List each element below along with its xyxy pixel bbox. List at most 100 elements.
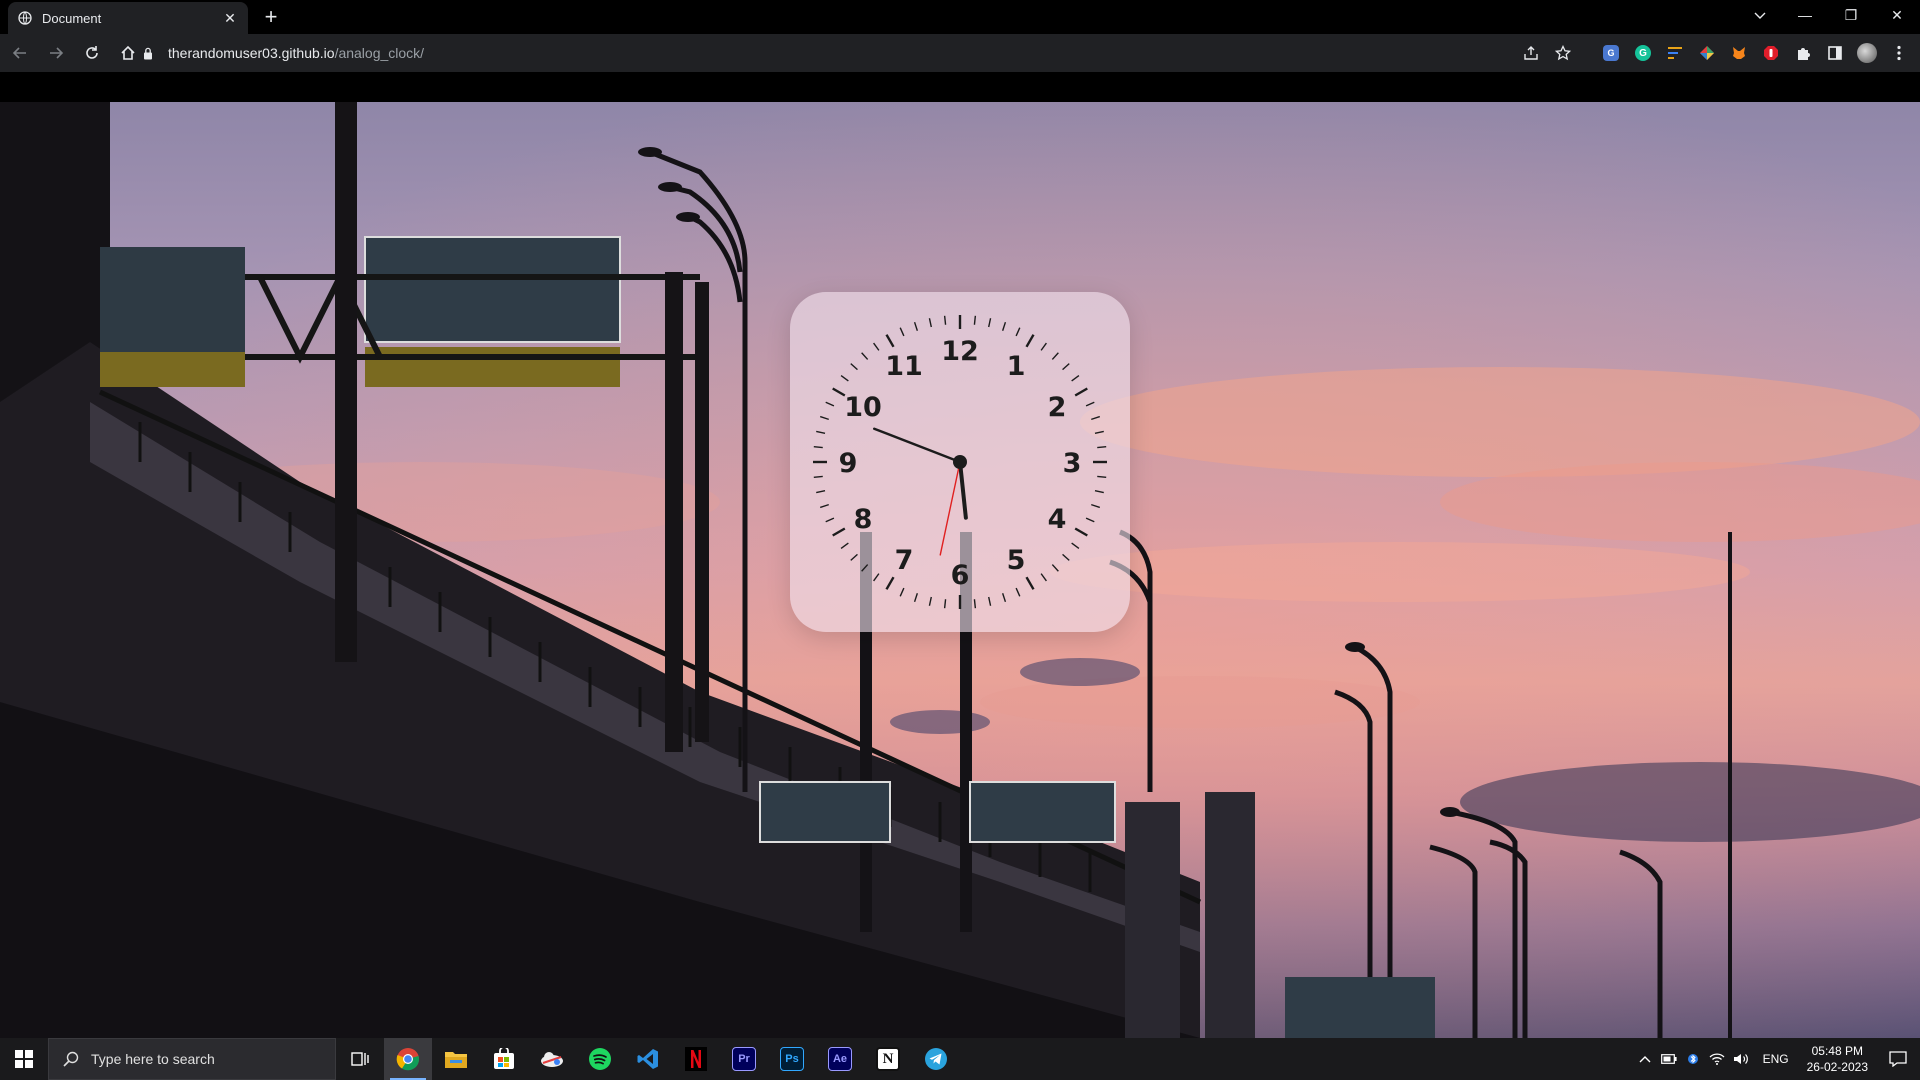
chrome-icon[interactable]	[384, 1038, 432, 1080]
clock-number: 11	[885, 351, 923, 382]
clock-face: 12 12 3 45 6 78 9 1011	[813, 315, 1107, 609]
clock-number: 1	[1007, 351, 1026, 382]
clock-tick	[1071, 542, 1080, 549]
clock-tick	[1040, 573, 1047, 582]
wifi-icon[interactable]	[1705, 1038, 1729, 1080]
after-effects-icon[interactable]: Ae	[816, 1038, 864, 1080]
clock-tick	[832, 387, 846, 397]
search-placeholder: Type here to search	[91, 1051, 215, 1067]
photoshop-icon[interactable]: Ps	[768, 1038, 816, 1080]
clock-tick	[850, 363, 858, 371]
clock-tick	[1085, 517, 1095, 523]
clock-tick	[1091, 503, 1101, 509]
show-hidden-icons-chevron-icon[interactable]	[1633, 1038, 1657, 1080]
clock-number: 3	[1063, 448, 1082, 479]
tab-close-icon[interactable]: ✕	[222, 10, 238, 27]
close-window-button[interactable]: ✕	[1874, 0, 1920, 30]
clock-tick	[850, 553, 858, 561]
clock-tick	[1097, 445, 1107, 449]
premiere-icon[interactable]: Pr	[720, 1038, 768, 1080]
clock-tick	[1001, 321, 1007, 331]
new-tab-button[interactable]: +	[258, 5, 284, 31]
reload-button[interactable]	[76, 37, 108, 69]
clock-hour-hand	[958, 460, 968, 520]
lock-icon[interactable]	[140, 45, 156, 61]
store-icon[interactable]	[480, 1038, 528, 1080]
cloud-icon[interactable]	[528, 1038, 576, 1080]
clock-tick	[1051, 352, 1059, 360]
address-bar[interactable]: therandomuser03.github.io/analog_clock/	[140, 38, 1590, 68]
clock-tick	[988, 596, 992, 606]
tab-search-chevron-icon[interactable]	[1748, 4, 1772, 28]
metamask-extension-icon[interactable]	[1726, 40, 1752, 66]
clock-number: 7	[895, 545, 914, 576]
side-panel-icon[interactable]	[1822, 40, 1848, 66]
clock-tick	[1094, 490, 1104, 494]
translate-extension-icon[interactable]: G	[1598, 40, 1624, 66]
taskbar-search-box[interactable]: Type here to search	[48, 1038, 336, 1080]
volume-icon[interactable]	[1729, 1038, 1753, 1080]
clock-tick	[1025, 576, 1035, 590]
profile-avatar[interactable]	[1854, 40, 1880, 66]
system-tray: ENG 05:48 PM 26-02-2023	[1633, 1038, 1920, 1080]
clock-tick	[1051, 564, 1059, 572]
clock-tick	[943, 315, 947, 325]
clock-tick	[943, 599, 947, 609]
taskbar-time: 05:48 PM	[1811, 1044, 1863, 1058]
spotify-icon[interactable]	[576, 1038, 624, 1080]
battery-icon[interactable]	[1657, 1038, 1681, 1080]
restore-button[interactable]: ❐	[1828, 0, 1874, 30]
tab-document[interactable]: Document ✕	[8, 2, 248, 34]
clock-tick	[1074, 387, 1088, 397]
window-controls: — ❐ ✕	[1782, 0, 1920, 30]
search-icon	[63, 1051, 79, 1067]
clock-tick	[973, 315, 977, 325]
minimize-button[interactable]: —	[1782, 0, 1828, 30]
clock-datetime[interactable]: 05:48 PM 26-02-2023	[1799, 1043, 1876, 1075]
clock-tick	[1015, 587, 1021, 597]
netflix-icon[interactable]	[672, 1038, 720, 1080]
clock-tick	[813, 445, 823, 449]
after-effects-label: Ae	[828, 1047, 852, 1071]
telegram-icon[interactable]	[912, 1038, 960, 1080]
clock-tick	[840, 542, 849, 549]
windows-taskbar: Type here to search Pr Ps Ae N ENG 05:48…	[0, 1038, 1920, 1080]
input-language[interactable]: ENG	[1753, 1052, 1799, 1066]
clock-tick	[819, 503, 829, 509]
notion-label: N	[876, 1047, 900, 1071]
clock-tick	[1001, 593, 1007, 603]
clock-tick	[840, 375, 849, 382]
menu-kebab-icon[interactable]	[1886, 40, 1912, 66]
clock-tick	[832, 527, 846, 537]
tab-strip: Document ✕ + — ❐ ✕	[0, 0, 1920, 34]
color-extension-icon[interactable]	[1694, 40, 1720, 66]
clock-number: 9	[839, 448, 858, 479]
start-button[interactable]	[0, 1038, 48, 1080]
bluetooth-icon[interactable]	[1681, 1038, 1705, 1080]
filter-extension-icon[interactable]	[1662, 40, 1688, 66]
clock-tick	[825, 401, 835, 407]
windows-logo-icon	[15, 1050, 33, 1068]
clock-tick	[885, 334, 895, 348]
notion-icon[interactable]: N	[864, 1038, 912, 1080]
extensions-puzzle-icon[interactable]	[1790, 40, 1816, 66]
clock-number: 12	[941, 336, 979, 367]
clock-tick	[1015, 327, 1021, 337]
bookmark-star-icon[interactable]	[1550, 40, 1576, 66]
grammarly-extension-icon[interactable]: G	[1630, 40, 1656, 66]
notification-center-button[interactable]	[1876, 1038, 1920, 1080]
clock-tick	[899, 587, 905, 597]
clock-tick	[873, 342, 880, 351]
forward-button[interactable]	[40, 37, 72, 69]
premiere-label: Pr	[732, 1047, 756, 1071]
share-icon[interactable]	[1518, 40, 1544, 66]
task-view-button[interactable]	[336, 1038, 384, 1080]
clock-tick	[899, 327, 905, 337]
adblock-extension-icon[interactable]	[1758, 40, 1784, 66]
file-explorer-icon[interactable]	[432, 1038, 480, 1080]
vscode-icon[interactable]	[624, 1038, 672, 1080]
back-button[interactable]	[4, 37, 36, 69]
clock-number: 5	[1007, 545, 1026, 576]
extensions-area: G G	[1518, 37, 1912, 69]
clock-number: 8	[854, 504, 873, 535]
